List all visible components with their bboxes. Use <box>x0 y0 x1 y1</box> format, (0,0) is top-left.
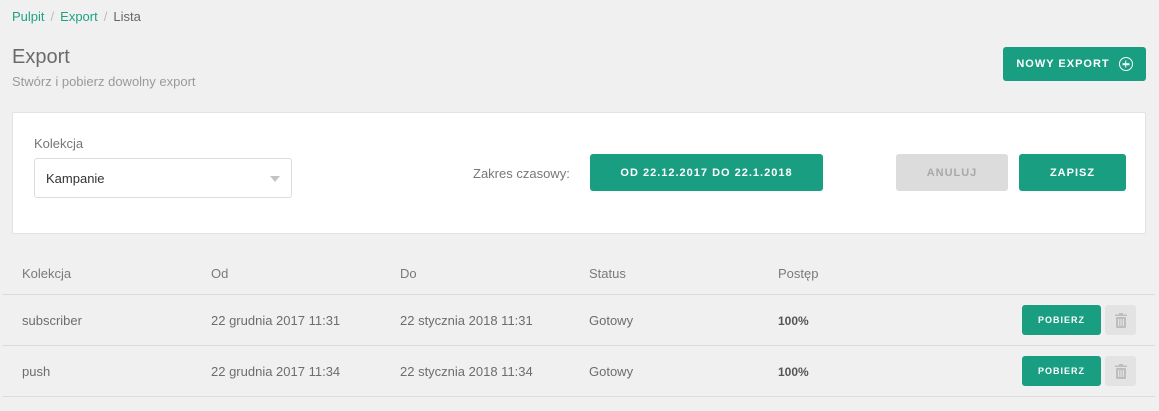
delete-button[interactable] <box>1105 305 1136 335</box>
save-button[interactable]: ZAPISZ <box>1019 154 1126 191</box>
page-subtitle: Stwórz i pobierz dowolny export <box>12 74 196 89</box>
cell-to: 22 stycznia 2018 11:31 <box>400 313 533 328</box>
table-row: subscriber 22 grudnia 2017 11:31 22 styc… <box>2 295 1155 346</box>
cell-from: 22 grudnia 2017 11:34 <box>211 364 341 379</box>
column-header-from: Od <box>211 266 229 281</box>
export-form-panel: Kolekcja Kampanie Zakres czasowy: OD 22.… <box>12 112 1146 234</box>
cell-to: 22 stycznia 2018 11:34 <box>400 364 533 379</box>
date-range-button[interactable]: OD 22.12.2017 DO 22.1.2018 <box>590 154 823 191</box>
breadcrumb-current: Lista <box>113 9 141 24</box>
breadcrumb-item-pulpit[interactable]: Pulpit <box>12 9 45 24</box>
cancel-button[interactable]: ANULUJ <box>896 154 1008 191</box>
column-header-to: Do <box>400 266 417 281</box>
cell-status: Gotowy <box>589 313 634 328</box>
date-range-label: Zakres czasowy: <box>473 166 570 181</box>
cell-status: Gotowy <box>589 364 634 379</box>
cell-progress: 100% <box>778 314 809 328</box>
table-header: Kolekcja Od Do Status Postęp <box>2 253 1155 295</box>
breadcrumb-item-export[interactable]: Export <box>60 9 98 24</box>
download-button[interactable]: POBIERZ <box>1022 305 1101 335</box>
exports-table: Kolekcja Od Do Status Postęp subscriber … <box>2 253 1155 397</box>
breadcrumb-separator: / <box>50 9 55 24</box>
download-button[interactable]: POBIERZ <box>1022 356 1101 386</box>
trash-icon <box>1114 312 1127 328</box>
delete-button[interactable] <box>1105 356 1136 386</box>
caret-down-icon <box>270 176 280 182</box>
cell-from: 22 grudnia 2017 11:31 <box>211 313 341 328</box>
cell-progress: 100% <box>778 365 809 379</box>
new-export-button[interactable]: NOWY EXPORT <box>1003 47 1146 81</box>
new-export-label: NOWY EXPORT <box>1016 58 1110 70</box>
plus-circle-icon <box>1118 57 1133 71</box>
column-header-progress: Postęp <box>778 266 819 281</box>
cell-collection: subscriber <box>22 313 82 328</box>
collection-select-value: Kampanie <box>46 170 105 186</box>
trash-icon <box>1114 363 1127 379</box>
column-header-collection: Kolekcja <box>22 266 72 281</box>
table-row: push 22 grudnia 2017 11:34 22 stycznia 2… <box>2 346 1155 397</box>
page-title: Export <box>12 46 70 68</box>
cell-collection: push <box>22 364 51 379</box>
column-header-status: Status <box>589 266 626 281</box>
breadcrumb: Pulpit / Export / Lista <box>12 9 141 24</box>
collection-select[interactable]: Kampanie <box>34 158 292 198</box>
breadcrumb-separator: / <box>103 9 108 24</box>
collection-label: Kolekcja <box>34 136 84 151</box>
